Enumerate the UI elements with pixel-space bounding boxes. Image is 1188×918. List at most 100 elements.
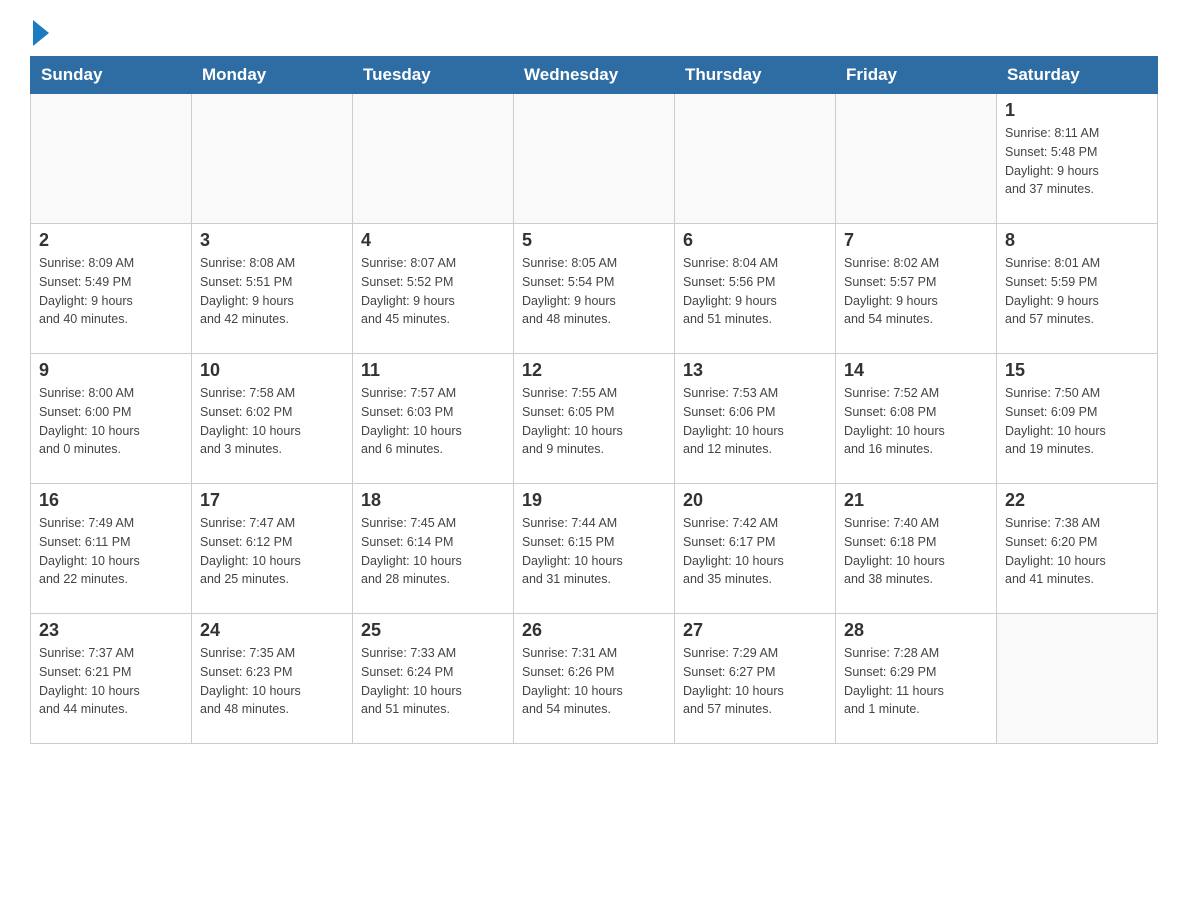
- calendar-cell: 23 Sunrise: 7:37 AM Sunset: 6:21 PM Dayli…: [31, 614, 192, 744]
- day-info: Sunrise: 7:31 AM Sunset: 6:26 PM Dayligh…: [522, 644, 666, 719]
- calendar-cell: 12Sunrise: 7:55 AM Sunset: 6:05 PM Dayli…: [514, 354, 675, 484]
- day-number: 5: [522, 230, 666, 251]
- day-info: Sunrise: 8:11 AM Sunset: 5:48 PM Dayligh…: [1005, 124, 1149, 199]
- day-info: Sunrise: 7:50 AM Sunset: 6:09 PM Dayligh…: [1005, 384, 1149, 459]
- day-info: Sunrise: 7:49 AM Sunset: 6:11 PM Dayligh…: [39, 514, 183, 589]
- day-info: Sunrise: 7:47 AM Sunset: 6:12 PM Dayligh…: [200, 514, 344, 589]
- calendar-cell: [997, 614, 1158, 744]
- weekday-header-saturday: Saturday: [997, 57, 1158, 94]
- day-number: 23: [39, 620, 183, 641]
- calendar-cell: 1 Sunrise: 8:11 AM Sunset: 5:48 PM Daylig…: [997, 94, 1158, 224]
- calendar-cell: 22Sunrise: 7:38 AM Sunset: 6:20 PM Dayli…: [997, 484, 1158, 614]
- calendar-cell: 26 Sunrise: 7:31 AM Sunset: 6:26 PM Dayli…: [514, 614, 675, 744]
- day-number: 17: [200, 490, 344, 511]
- day-info: Sunrise: 8:00 AM Sunset: 6:00 PM Dayligh…: [39, 384, 183, 459]
- day-number: 21: [844, 490, 988, 511]
- calendar-cell: [192, 94, 353, 224]
- day-number: 16: [39, 490, 183, 511]
- calendar-cell: 6Sunrise: 8:04 AM Sunset: 5:56 PM Daylig…: [675, 224, 836, 354]
- calendar-cell: 17 Sunrise: 7:47 AM Sunset: 6:12 PM Dayli…: [192, 484, 353, 614]
- day-number: 15: [1005, 360, 1149, 381]
- calendar-cell: 9 Sunrise: 8:00 AM Sunset: 6:00 PM Daylig…: [31, 354, 192, 484]
- day-number: 3: [200, 230, 344, 251]
- logo: [30, 20, 52, 46]
- day-number: 26: [522, 620, 666, 641]
- calendar-cell: 7 Sunrise: 8:02 AM Sunset: 5:57 PM Daylig…: [836, 224, 997, 354]
- calendar-week-row: 16 Sunrise: 7:49 AM Sunset: 6:11 PM Dayli…: [31, 484, 1158, 614]
- day-number: 24: [200, 620, 344, 641]
- day-info: Sunrise: 8:07 AM Sunset: 5:52 PM Dayligh…: [361, 254, 505, 329]
- day-info: Sunrise: 7:44 AM Sunset: 6:15 PM Dayligh…: [522, 514, 666, 589]
- weekday-header-wednesday: Wednesday: [514, 57, 675, 94]
- calendar-cell: 20 Sunrise: 7:42 AM Sunset: 6:17 PM Dayli…: [675, 484, 836, 614]
- calendar-cell: 2 Sunrise: 8:09 AM Sunset: 5:49 PM Daylig…: [31, 224, 192, 354]
- calendar-cell: 4Sunrise: 8:07 AM Sunset: 5:52 PM Daylig…: [353, 224, 514, 354]
- day-number: 18: [361, 490, 505, 511]
- day-info: Sunrise: 7:37 AM Sunset: 6:21 PM Dayligh…: [39, 644, 183, 719]
- calendar-cell: 3 Sunrise: 8:08 AM Sunset: 5:51 PM Daylig…: [192, 224, 353, 354]
- calendar-cell: [353, 94, 514, 224]
- calendar-week-row: 9 Sunrise: 8:00 AM Sunset: 6:00 PM Daylig…: [31, 354, 1158, 484]
- calendar-cell: 16 Sunrise: 7:49 AM Sunset: 6:11 PM Dayli…: [31, 484, 192, 614]
- day-info: Sunrise: 8:04 AM Sunset: 5:56 PM Dayligh…: [683, 254, 827, 329]
- day-info: Sunrise: 7:53 AM Sunset: 6:06 PM Dayligh…: [683, 384, 827, 459]
- day-info: Sunrise: 7:28 AM Sunset: 6:29 PM Dayligh…: [844, 644, 988, 719]
- day-info: Sunrise: 8:02 AM Sunset: 5:57 PM Dayligh…: [844, 254, 988, 329]
- day-number: 13: [683, 360, 827, 381]
- day-number: 20: [683, 490, 827, 511]
- day-info: Sunrise: 7:45 AM Sunset: 6:14 PM Dayligh…: [361, 514, 505, 589]
- day-number: 11: [361, 360, 505, 381]
- day-number: 1: [1005, 100, 1149, 121]
- day-info: Sunrise: 7:57 AM Sunset: 6:03 PM Dayligh…: [361, 384, 505, 459]
- day-number: 14: [844, 360, 988, 381]
- calendar-cell: 8 Sunrise: 8:01 AM Sunset: 5:59 PM Daylig…: [997, 224, 1158, 354]
- day-info: Sunrise: 8:01 AM Sunset: 5:59 PM Dayligh…: [1005, 254, 1149, 329]
- day-number: 27: [683, 620, 827, 641]
- calendar-cell: 27Sunrise: 7:29 AM Sunset: 6:27 PM Dayli…: [675, 614, 836, 744]
- day-number: 28: [844, 620, 988, 641]
- day-number: 7: [844, 230, 988, 251]
- weekday-header-sunday: Sunday: [31, 57, 192, 94]
- weekday-header-monday: Monday: [192, 57, 353, 94]
- day-number: 12: [522, 360, 666, 381]
- day-info: Sunrise: 8:09 AM Sunset: 5:49 PM Dayligh…: [39, 254, 183, 329]
- calendar-cell: 15 Sunrise: 7:50 AM Sunset: 6:09 PM Dayli…: [997, 354, 1158, 484]
- calendar-table: SundayMondayTuesdayWednesdayThursdayFrid…: [30, 56, 1158, 744]
- calendar-cell: 5 Sunrise: 8:05 AM Sunset: 5:54 PM Daylig…: [514, 224, 675, 354]
- day-number: 8: [1005, 230, 1149, 251]
- calendar-cell: 19 Sunrise: 7:44 AM Sunset: 6:15 PM Dayli…: [514, 484, 675, 614]
- weekday-header-row: SundayMondayTuesdayWednesdayThursdayFrid…: [31, 57, 1158, 94]
- day-info: Sunrise: 7:52 AM Sunset: 6:08 PM Dayligh…: [844, 384, 988, 459]
- day-number: 9: [39, 360, 183, 381]
- day-info: Sunrise: 8:08 AM Sunset: 5:51 PM Dayligh…: [200, 254, 344, 329]
- calendar-cell: 24 Sunrise: 7:35 AM Sunset: 6:23 PM Dayli…: [192, 614, 353, 744]
- calendar-week-row: 2 Sunrise: 8:09 AM Sunset: 5:49 PM Daylig…: [31, 224, 1158, 354]
- day-info: Sunrise: 7:40 AM Sunset: 6:18 PM Dayligh…: [844, 514, 988, 589]
- day-info: Sunrise: 8:05 AM Sunset: 5:54 PM Dayligh…: [522, 254, 666, 329]
- calendar-cell: 18 Sunrise: 7:45 AM Sunset: 6:14 PM Dayli…: [353, 484, 514, 614]
- calendar-cell: 28 Sunrise: 7:28 AM Sunset: 6:29 PM Dayli…: [836, 614, 997, 744]
- calendar-cell: [31, 94, 192, 224]
- day-number: 19: [522, 490, 666, 511]
- page-header: [30, 20, 1158, 46]
- calendar-week-row: 1 Sunrise: 8:11 AM Sunset: 5:48 PM Daylig…: [31, 94, 1158, 224]
- logo-arrow-icon: [33, 20, 49, 46]
- calendar-cell: [514, 94, 675, 224]
- day-info: Sunrise: 7:42 AM Sunset: 6:17 PM Dayligh…: [683, 514, 827, 589]
- weekday-header-thursday: Thursday: [675, 57, 836, 94]
- day-number: 10: [200, 360, 344, 381]
- day-info: Sunrise: 7:33 AM Sunset: 6:24 PM Dayligh…: [361, 644, 505, 719]
- day-number: 22: [1005, 490, 1149, 511]
- calendar-cell: 13 Sunrise: 7:53 AM Sunset: 6:06 PM Dayli…: [675, 354, 836, 484]
- calendar-cell: [836, 94, 997, 224]
- calendar-cell: 14 Sunrise: 7:52 AM Sunset: 6:08 PM Dayli…: [836, 354, 997, 484]
- day-info: Sunrise: 7:58 AM Sunset: 6:02 PM Dayligh…: [200, 384, 344, 459]
- calendar-cell: [675, 94, 836, 224]
- weekday-header-tuesday: Tuesday: [353, 57, 514, 94]
- calendar-cell: 25 Sunrise: 7:33 AM Sunset: 6:24 PM Dayli…: [353, 614, 514, 744]
- calendar-cell: 10 Sunrise: 7:58 AM Sunset: 6:02 PM Dayli…: [192, 354, 353, 484]
- day-number: 25: [361, 620, 505, 641]
- calendar-cell: 21 Sunrise: 7:40 AM Sunset: 6:18 PM Dayli…: [836, 484, 997, 614]
- day-info: Sunrise: 7:35 AM Sunset: 6:23 PM Dayligh…: [200, 644, 344, 719]
- day-number: 2: [39, 230, 183, 251]
